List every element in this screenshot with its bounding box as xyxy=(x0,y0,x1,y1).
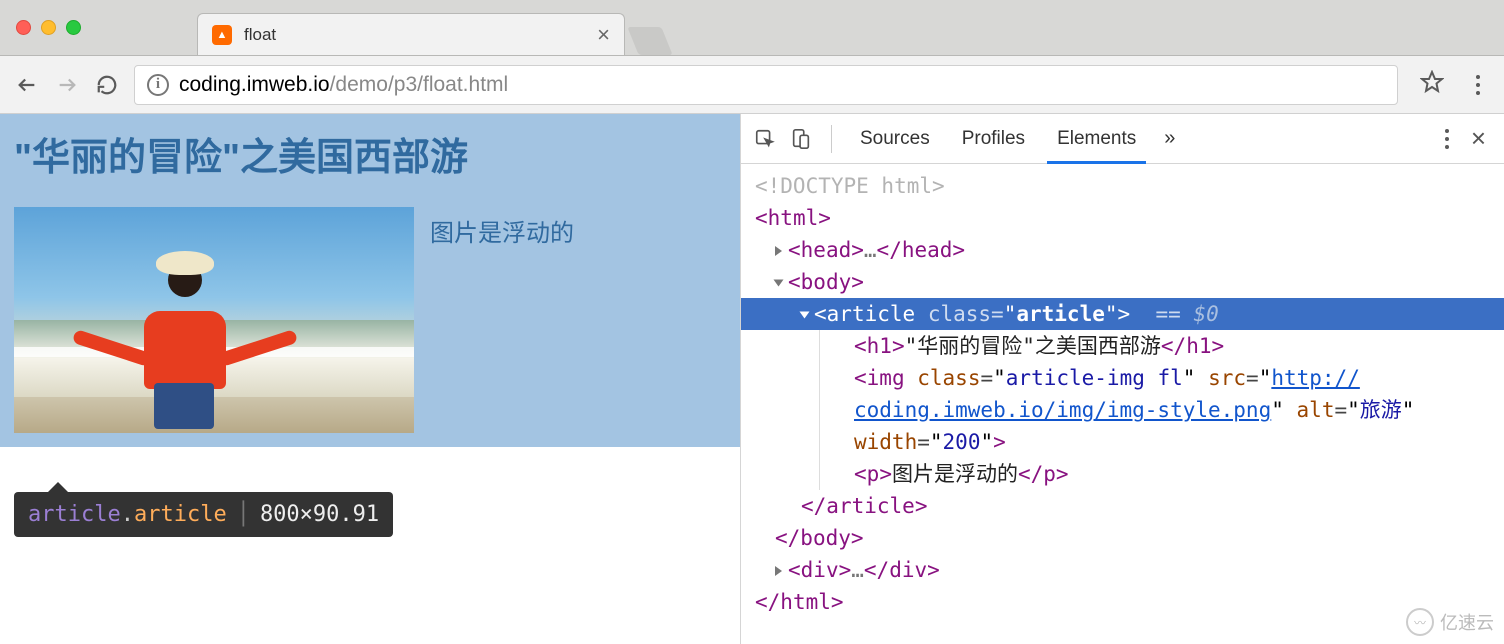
tooltip-class: article xyxy=(134,502,227,527)
article-h1-highlight: "华丽的冒险"之美国西部游 xyxy=(0,114,740,193)
dom-h1[interactable]: <h1>"华丽的冒险"之美国西部游</h1> xyxy=(840,330,1504,362)
element-tooltip: article.article │ 800×90.91 xyxy=(14,492,393,537)
devtools-close-icon[interactable]: × xyxy=(1471,123,1486,154)
dom-div[interactable]: <div>…</div> xyxy=(741,554,1504,586)
maximize-window-button[interactable] xyxy=(66,20,81,35)
browser-tab[interactable]: ▲ float × xyxy=(197,13,625,55)
article-body: 图片是浮动的 xyxy=(0,193,740,447)
close-tab-icon[interactable]: × xyxy=(597,22,610,48)
dom-body[interactable]: <body> xyxy=(741,266,1504,298)
titlebar: ▲ float × xyxy=(0,0,1504,56)
article-image xyxy=(14,207,414,433)
watermark: 〰 亿速云 xyxy=(1406,608,1494,636)
device-toggle-icon[interactable] xyxy=(789,127,813,151)
tooltip-tag: article xyxy=(28,502,121,527)
page-viewport: "华丽的冒险"之美国西部游 图片是浮动的 xyxy=(0,114,740,644)
article-h1: "华丽的冒险"之美国西部游 xyxy=(14,126,726,181)
article-element[interactable]: "华丽的冒险"之美国西部游 图片是浮动的 xyxy=(0,114,740,447)
watermark-icon: 〰 xyxy=(1406,608,1434,636)
close-window-button[interactable] xyxy=(16,20,31,35)
forward-button[interactable] xyxy=(54,72,80,98)
dom-doctype: <!DOCTYPE html> xyxy=(755,174,945,198)
watermark-text: 亿速云 xyxy=(1440,609,1494,635)
url-path: /demo/p3/float.html xyxy=(330,73,509,96)
tab-title: float xyxy=(244,25,585,45)
dom-article-selected[interactable]: ••• <article class="article"> == $0 xyxy=(741,298,1504,330)
new-tab-button[interactable] xyxy=(627,27,672,55)
dom-img[interactable]: <img class="article-img fl" src="http:// xyxy=(840,362,1504,394)
site-info-icon[interactable]: i xyxy=(147,74,169,96)
back-button[interactable] xyxy=(14,72,40,98)
article-paragraph: 图片是浮动的 xyxy=(430,213,574,248)
dom-p[interactable]: <p>图片是浮动的</p> xyxy=(840,458,1504,490)
tab-profiles[interactable]: Profiles xyxy=(952,114,1035,163)
devtools-menu-icon[interactable] xyxy=(1445,129,1449,149)
tooltip-dimensions: 800×90.91 xyxy=(260,502,379,527)
dom-img-line2[interactable]: coding.imweb.io/img/img-style.png" alt="… xyxy=(840,394,1504,426)
traffic-lights xyxy=(0,20,97,35)
inspect-icon[interactable] xyxy=(753,127,777,151)
dom-head[interactable]: <head>…</head> xyxy=(741,234,1504,266)
favicon-icon: ▲ xyxy=(212,25,232,45)
reload-button[interactable] xyxy=(94,72,120,98)
bookmark-icon[interactable] xyxy=(1420,70,1444,99)
devtools-panel: Sources Profiles Elements » × <!DOCTYPE … xyxy=(740,114,1504,644)
devtools-tabs: Sources Profiles Elements » × xyxy=(741,114,1504,164)
dom-tree[interactable]: <!DOCTYPE html> <html> <head>…</head> <b… xyxy=(741,164,1504,644)
dom-img-line3[interactable]: width="200"> xyxy=(840,426,1504,458)
dom-article-close[interactable]: </article> xyxy=(741,490,1504,522)
minimize-window-button[interactable] xyxy=(41,20,56,35)
tabs-overflow-icon[interactable]: » xyxy=(1164,127,1175,150)
dom-body-close[interactable]: </body> xyxy=(741,522,1504,554)
browser-menu-icon[interactable] xyxy=(1476,75,1480,95)
address-bar[interactable]: i coding.imweb.io/demo/p3/float.html xyxy=(134,65,1398,105)
url-domain: coding.imweb.io xyxy=(179,73,330,96)
toolbar: i coding.imweb.io/demo/p3/float.html xyxy=(0,56,1504,114)
tab-sources[interactable]: Sources xyxy=(850,114,940,163)
tab-elements[interactable]: Elements xyxy=(1047,114,1146,163)
